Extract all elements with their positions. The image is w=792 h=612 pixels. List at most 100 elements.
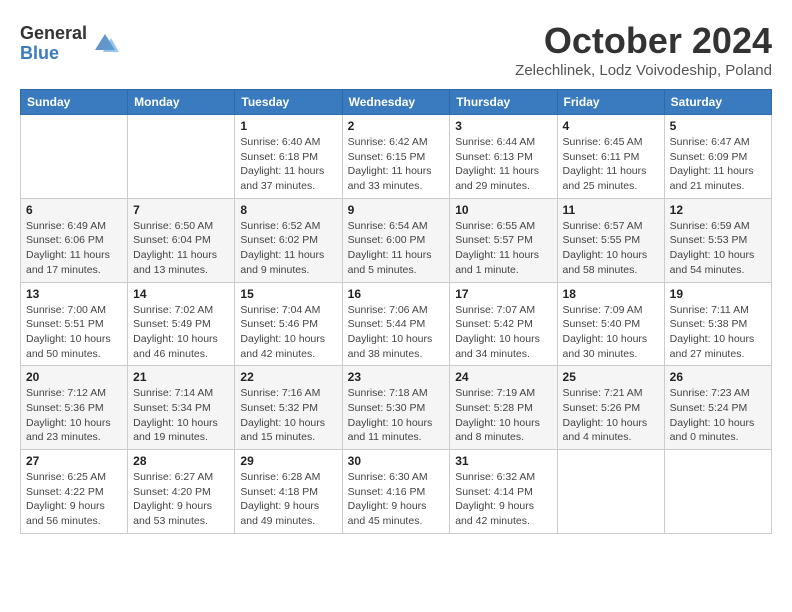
page-header: General Blue October 2024 Zelechlinek, L… — [20, 20, 772, 79]
calendar-cell: 15 Sunrise: 7:04 AM Sunset: 5:46 PM Dayli… — [235, 282, 342, 366]
calendar-cell: 6Sunrise: 6:49 AM Sunset: 6:06 PM Daylig… — [21, 198, 128, 282]
calendar-cell: 25 Sunrise: 7:21 AM Sunset: 5:26 PM Dayli… — [557, 366, 664, 450]
calendar-cell: 30 Sunrise: 6:30 AM Sunset: 4:16 PM Dayli… — [342, 450, 450, 534]
day-number: 27 — [26, 454, 122, 468]
month-title: October 2024 — [515, 20, 772, 62]
day-info: Sunrise: 6:55 AM Sunset: 5:57 PM Dayligh… — [455, 219, 551, 278]
day-info: Sunrise: 6:54 AM Sunset: 6:00 PM Dayligh… — [348, 219, 445, 278]
day-number: 11 — [563, 203, 659, 217]
day-info: Sunrise: 7:09 AM Sunset: 5:40 PM Dayligh… — [563, 303, 659, 362]
weekday-header: Sunday — [21, 90, 128, 115]
calendar-cell: 5 Sunrise: 6:47 AM Sunset: 6:09 PM Daylig… — [664, 115, 771, 199]
calendar-cell: 2Sunrise: 6:42 AM Sunset: 6:15 PM Daylig… — [342, 115, 450, 199]
calendar-cell: 3Sunrise: 6:44 AM Sunset: 6:13 PM Daylig… — [450, 115, 557, 199]
calendar-table: SundayMondayTuesdayWednesdayThursdayFrid… — [20, 89, 772, 534]
day-info: Sunrise: 7:11 AM Sunset: 5:38 PM Dayligh… — [670, 303, 766, 362]
calendar-cell: 7 Sunrise: 6:50 AM Sunset: 6:04 PM Daylig… — [128, 198, 235, 282]
calendar-cell: 24Sunrise: 7:19 AM Sunset: 5:28 PM Dayli… — [450, 366, 557, 450]
day-info: Sunrise: 6:30 AM Sunset: 4:16 PM Dayligh… — [348, 470, 445, 529]
calendar-week-row: 1Sunrise: 6:40 AM Sunset: 6:18 PM Daylig… — [21, 115, 772, 199]
logo-blue: Blue — [20, 44, 87, 64]
calendar-cell: 11 Sunrise: 6:57 AM Sunset: 5:55 PM Dayli… — [557, 198, 664, 282]
day-info: Sunrise: 6:50 AM Sunset: 6:04 PM Dayligh… — [133, 219, 229, 278]
day-info: Sunrise: 7:18 AM Sunset: 5:30 PM Dayligh… — [348, 386, 445, 445]
weekday-header-row: SundayMondayTuesdayWednesdayThursdayFrid… — [21, 90, 772, 115]
day-number: 20 — [26, 370, 122, 384]
day-number: 25 — [563, 370, 659, 384]
calendar-cell — [664, 450, 771, 534]
day-number: 1 — [240, 119, 336, 133]
calendar-cell: 8 Sunrise: 6:52 AM Sunset: 6:02 PM Daylig… — [235, 198, 342, 282]
day-number: 28 — [133, 454, 229, 468]
calendar-cell: 28 Sunrise: 6:27 AM Sunset: 4:20 PM Dayli… — [128, 450, 235, 534]
day-number: 22 — [240, 370, 336, 384]
day-number: 9 — [348, 203, 445, 217]
day-info: Sunrise: 6:42 AM Sunset: 6:15 PM Dayligh… — [348, 135, 445, 194]
day-number: 26 — [670, 370, 766, 384]
day-number: 4 — [563, 119, 659, 133]
calendar-cell — [128, 115, 235, 199]
calendar-cell: 1Sunrise: 6:40 AM Sunset: 6:18 PM Daylig… — [235, 115, 342, 199]
calendar-cell: 12 Sunrise: 6:59 AM Sunset: 5:53 PM Dayli… — [664, 198, 771, 282]
calendar-cell: 20 Sunrise: 7:12 AM Sunset: 5:36 PM Dayli… — [21, 366, 128, 450]
day-number: 21 — [133, 370, 229, 384]
calendar-cell: 17Sunrise: 7:07 AM Sunset: 5:42 PM Dayli… — [450, 282, 557, 366]
day-info: Sunrise: 7:06 AM Sunset: 5:44 PM Dayligh… — [348, 303, 445, 362]
calendar-week-row: 20 Sunrise: 7:12 AM Sunset: 5:36 PM Dayli… — [21, 366, 772, 450]
day-info: Sunrise: 6:59 AM Sunset: 5:53 PM Dayligh… — [670, 219, 766, 278]
calendar-week-row: 6Sunrise: 6:49 AM Sunset: 6:06 PM Daylig… — [21, 198, 772, 282]
calendar-cell: 27 Sunrise: 6:25 AM Sunset: 4:22 PM Dayli… — [21, 450, 128, 534]
logo-general: General — [20, 24, 87, 44]
day-number: 23 — [348, 370, 445, 384]
day-info: Sunrise: 6:47 AM Sunset: 6:09 PM Dayligh… — [670, 135, 766, 194]
day-info: Sunrise: 6:44 AM Sunset: 6:13 PM Dayligh… — [455, 135, 551, 194]
calendar-cell: 16 Sunrise: 7:06 AM Sunset: 5:44 PM Dayli… — [342, 282, 450, 366]
day-number: 5 — [670, 119, 766, 133]
weekday-header: Wednesday — [342, 90, 450, 115]
calendar-cell: 22 Sunrise: 7:16 AM Sunset: 5:32 PM Dayli… — [235, 366, 342, 450]
title-block: October 2024 Zelechlinek, Lodz Voivodesh… — [515, 20, 772, 79]
day-info: Sunrise: 7:14 AM Sunset: 5:34 PM Dayligh… — [133, 386, 229, 445]
day-info: Sunrise: 7:21 AM Sunset: 5:26 PM Dayligh… — [563, 386, 659, 445]
day-info: Sunrise: 6:52 AM Sunset: 6:02 PM Dayligh… — [240, 219, 336, 278]
day-info: Sunrise: 7:23 AM Sunset: 5:24 PM Dayligh… — [670, 386, 766, 445]
day-info: Sunrise: 7:16 AM Sunset: 5:32 PM Dayligh… — [240, 386, 336, 445]
calendar-cell: 21 Sunrise: 7:14 AM Sunset: 5:34 PM Dayli… — [128, 366, 235, 450]
calendar-cell — [21, 115, 128, 199]
calendar-week-row: 27 Sunrise: 6:25 AM Sunset: 4:22 PM Dayli… — [21, 450, 772, 534]
calendar-cell: 10 Sunrise: 6:55 AM Sunset: 5:57 PM Dayli… — [450, 198, 557, 282]
calendar-cell: 13Sunrise: 7:00 AM Sunset: 5:51 PM Dayli… — [21, 282, 128, 366]
day-number: 29 — [240, 454, 336, 468]
day-info: Sunrise: 6:28 AM Sunset: 4:18 PM Dayligh… — [240, 470, 336, 529]
weekday-header: Saturday — [664, 90, 771, 115]
weekday-header: Monday — [128, 90, 235, 115]
day-number: 16 — [348, 287, 445, 301]
day-number: 15 — [240, 287, 336, 301]
day-number: 12 — [670, 203, 766, 217]
day-info: Sunrise: 6:27 AM Sunset: 4:20 PM Dayligh… — [133, 470, 229, 529]
weekday-header: Thursday — [450, 90, 557, 115]
day-info: Sunrise: 7:19 AM Sunset: 5:28 PM Dayligh… — [455, 386, 551, 445]
calendar-cell: 29 Sunrise: 6:28 AM Sunset: 4:18 PM Dayli… — [235, 450, 342, 534]
location: Zelechlinek, Lodz Voivodeship, Poland — [515, 62, 772, 79]
day-info: Sunrise: 6:49 AM Sunset: 6:06 PM Dayligh… — [26, 219, 122, 278]
day-info: Sunrise: 6:25 AM Sunset: 4:22 PM Dayligh… — [26, 470, 122, 529]
day-number: 18 — [563, 287, 659, 301]
weekday-header: Friday — [557, 90, 664, 115]
calendar-cell: 9 Sunrise: 6:54 AM Sunset: 6:00 PM Daylig… — [342, 198, 450, 282]
weekday-header: Tuesday — [235, 90, 342, 115]
calendar-cell: 26 Sunrise: 7:23 AM Sunset: 5:24 PM Dayli… — [664, 366, 771, 450]
logo-icon — [91, 30, 119, 58]
day-number: 30 — [348, 454, 445, 468]
day-info: Sunrise: 7:12 AM Sunset: 5:36 PM Dayligh… — [26, 386, 122, 445]
day-info: Sunrise: 6:32 AM Sunset: 4:14 PM Dayligh… — [455, 470, 551, 529]
day-number: 31 — [455, 454, 551, 468]
day-number: 10 — [455, 203, 551, 217]
day-number: 8 — [240, 203, 336, 217]
calendar-cell: 31 Sunrise: 6:32 AM Sunset: 4:14 PM Dayli… — [450, 450, 557, 534]
day-number: 7 — [133, 203, 229, 217]
day-info: Sunrise: 7:04 AM Sunset: 5:46 PM Dayligh… — [240, 303, 336, 362]
day-info: Sunrise: 7:00 AM Sunset: 5:51 PM Dayligh… — [26, 303, 122, 362]
day-info: Sunrise: 6:57 AM Sunset: 5:55 PM Dayligh… — [563, 219, 659, 278]
day-number: 14 — [133, 287, 229, 301]
